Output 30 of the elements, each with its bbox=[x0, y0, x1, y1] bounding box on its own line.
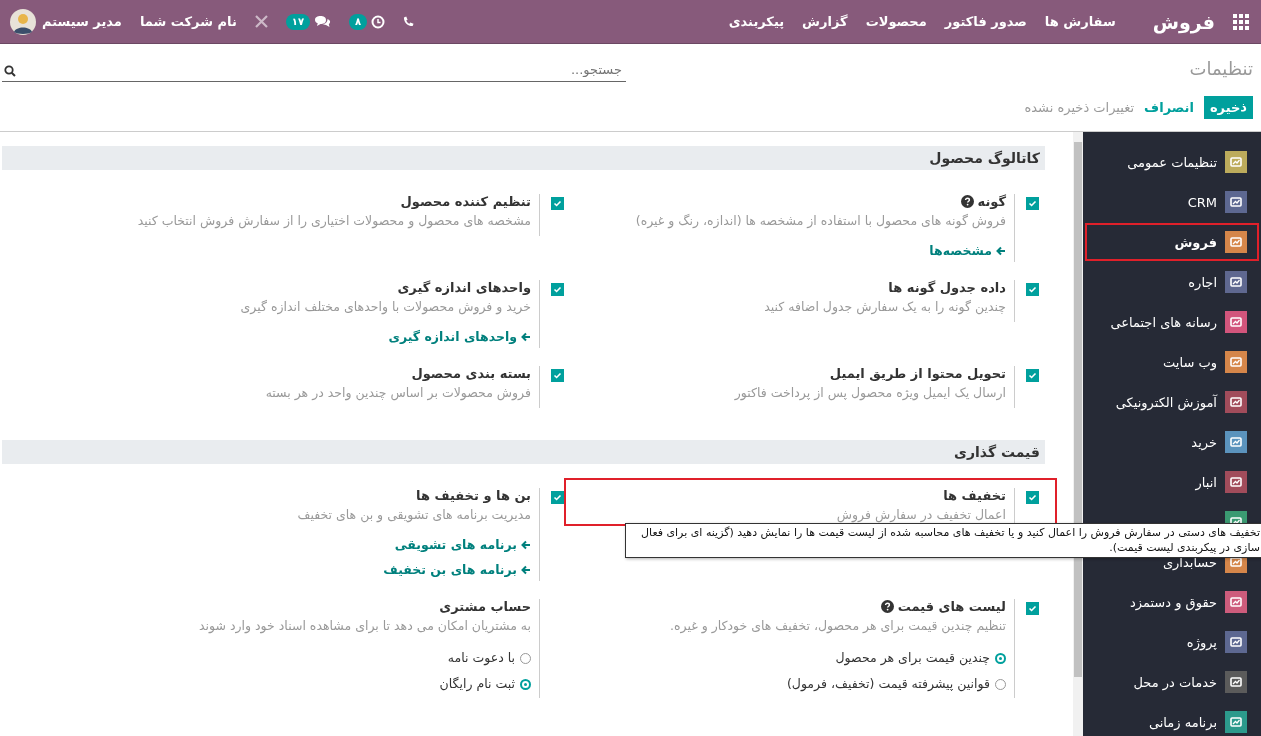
setting-title: حساب مشتری bbox=[439, 599, 531, 614]
section-heading: قیمت گذاری bbox=[2, 440, 1045, 464]
setting-description: ارسال یک ایمیل ویژه محصول پس از پرداخت فاکتور bbox=[733, 384, 1006, 403]
setting-title: لیست های قیمت bbox=[897, 599, 1006, 614]
section-heading: کاتالوگ محصول bbox=[2, 146, 1045, 170]
message-count-badge: ۱۷ bbox=[285, 13, 310, 30]
setting-description: مشخصه های محصول و محصولات اختیاری را از سفارش فروش انتخاب کنید bbox=[136, 212, 531, 231]
tooltip: تخفیف های دستی در سفارش فروش را اعمال کنید و یا تخفیف های محاسبه شده از لیست قیمت ها را نمایش دهید (گزینه ای برای فعال سازی در پیکربندی لیست قیمت). bbox=[625, 523, 1261, 558]
unsaved-changes-status: تغییرات ذخیره نشده bbox=[1024, 99, 1135, 115]
setting-description: چندین گونه را به یک سفارش جدول اضافه کنید bbox=[763, 298, 1006, 317]
setting-description: اعمال تخفیف در سفارش فروش bbox=[835, 506, 1006, 525]
setting-title: تخفیف ها bbox=[943, 488, 1006, 503]
setting-title: واحدهای اندازه گیری bbox=[397, 280, 531, 295]
setting-title: گونه bbox=[977, 194, 1006, 209]
activity-count-badge: ۸ bbox=[349, 13, 368, 30]
setting-description: مدیریت برنامه های تشویقی و بن های تخفیف bbox=[296, 506, 531, 525]
setting-description: به مشتریان امکان می دهد تا برای مشاهده اسناد خود وارد شوند bbox=[198, 617, 531, 636]
setting-description: فروش گونه های محصول با استفاده از مشخصه ها (اندازه، رنگ و غیره) bbox=[634, 212, 1006, 231]
setting-title: داده جدول گونه ها bbox=[888, 280, 1006, 295]
setting-description: فروش محصولات بر اساس چندین واحد در هر بسته bbox=[264, 384, 531, 403]
radio-label: قوانین پیشرفته قیمت (تخفیف، فرمول) bbox=[786, 675, 990, 694]
setting-description: خرید و فروش محصولات با واحدهای مختلف اندازه گیری bbox=[239, 298, 531, 317]
setting-title: تحویل محتوا از طریق ایمیل bbox=[829, 366, 1006, 381]
radio-label: چندین قیمت برای هر محصول bbox=[835, 649, 990, 668]
radio-label: ثبت نام رایگان bbox=[439, 675, 515, 694]
setting-title: تنظیم کننده محصول bbox=[400, 194, 531, 209]
radio-label: با دعوت نامه bbox=[447, 649, 515, 668]
setting-title: بسته بندی محصول bbox=[411, 366, 531, 381]
setting-description: تنظیم چندین قیمت برای هر محصول، تخفیف های خودکار و غیره. bbox=[669, 617, 1006, 636]
setting-title: بن ها و تخفیف ها bbox=[416, 488, 531, 503]
